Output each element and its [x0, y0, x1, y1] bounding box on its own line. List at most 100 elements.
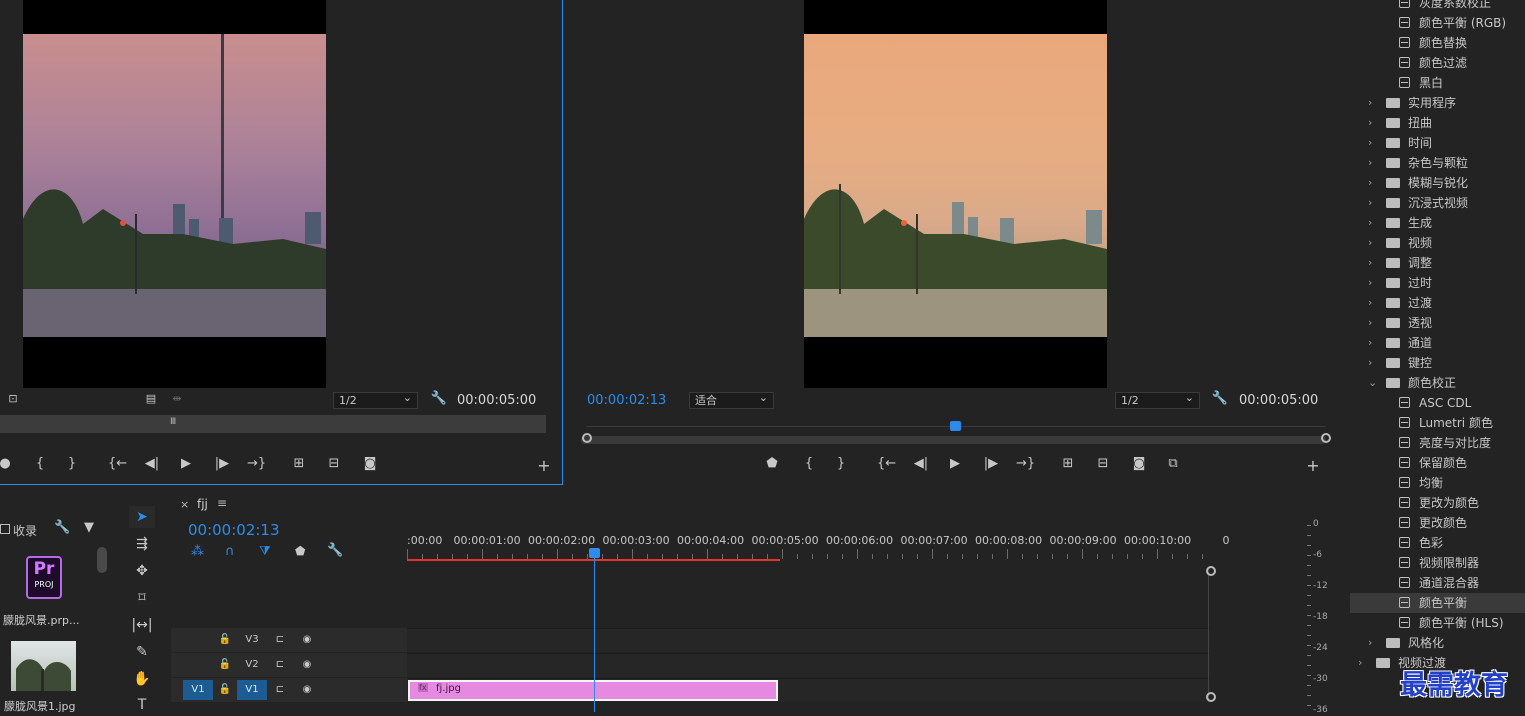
effect-item[interactable]: › 扭曲	[1350, 113, 1525, 133]
vscroll-top-handle-icon[interactable]	[1206, 566, 1216, 576]
lock-icon[interactable]: 🔓	[218, 680, 232, 700]
source-goto-in-icon[interactable]: {←	[108, 456, 127, 471]
source-mark-out-icon[interactable]: }	[63, 456, 81, 471]
effect-item[interactable]: 视频限制器	[1350, 553, 1525, 573]
track-header[interactable]: 🔓 V2 ⊏ ◉	[171, 653, 407, 677]
effect-item[interactable]: › 视频	[1350, 233, 1525, 253]
timeline-clip[interactable]: fx fj.jpg	[408, 680, 778, 701]
track-header[interactable]: V1 🔓 V1 ⊏ ◉	[171, 678, 407, 702]
track-target[interactable]: V3	[237, 630, 267, 650]
source-goto-out-icon[interactable]: →}	[247, 456, 266, 471]
source-mark-in-icon[interactable]: {	[31, 456, 49, 471]
effect-item[interactable]: 均衡	[1350, 473, 1525, 493]
effect-item[interactable]: › 生成	[1350, 213, 1525, 233]
source-marker-icon[interactable]: ⊡	[4, 392, 22, 405]
eye-icon[interactable]: ◉	[299, 630, 315, 650]
effect-item[interactable]: Lumetri 颜色	[1350, 413, 1525, 433]
project-wrench-icon[interactable]: 🔧	[54, 520, 70, 535]
program-play-icon[interactable]: ▶	[946, 456, 964, 471]
effect-item[interactable]: › 风格化	[1350, 633, 1525, 653]
track-target[interactable]: V2	[237, 655, 267, 675]
sync-lock-icon[interactable]: ⊏	[273, 630, 287, 650]
effect-item[interactable]: 颜色平衡 (RGB)	[1350, 13, 1525, 33]
effect-item[interactable]: › 实用程序	[1350, 93, 1525, 113]
chevron-right-icon[interactable]: ›	[1368, 113, 1372, 133]
source-play-icon[interactable]: ▶	[177, 456, 195, 471]
eye-icon[interactable]: ◉	[299, 655, 315, 675]
snap-icon[interactable]: ∩	[225, 544, 235, 559]
effect-item[interactable]: 颜色过滤	[1350, 53, 1525, 73]
lock-icon[interactable]: 🔓	[218, 655, 232, 675]
program-scrub-bar[interactable]	[581, 436, 1326, 444]
chevron-right-icon[interactable]: ›	[1368, 353, 1372, 373]
effect-item[interactable]: › 模糊与锐化	[1350, 173, 1525, 193]
effect-item[interactable]: 黑白	[1350, 73, 1525, 93]
program-lift-icon[interactable]: ⊞	[1059, 456, 1077, 471]
effect-item[interactable]: › 沉浸式视频	[1350, 193, 1525, 213]
timeline-menu-icon[interactable]: ≡	[217, 496, 227, 510]
program-in-point-icon[interactable]	[582, 433, 592, 443]
source-add-button-icon[interactable]: +	[535, 456, 553, 475]
sync-lock-icon[interactable]: ⊏	[273, 655, 287, 675]
effect-item[interactable]: › 通道	[1350, 333, 1525, 353]
timeline-playhead-handle-icon[interactable]	[589, 548, 600, 558]
program-step-back-icon[interactable]: ◀|	[912, 456, 930, 471]
add-marker-icon[interactable]: ⬟	[295, 544, 305, 558]
source-drag-video-icon[interactable]: ⇹	[168, 392, 186, 405]
chevron-right-icon[interactable]: ›	[1368, 333, 1372, 353]
chevron-right-icon[interactable]: ›	[1368, 213, 1372, 233]
program-playhead-icon[interactable]	[950, 421, 961, 431]
chevron-right-icon[interactable]: ›	[1358, 653, 1362, 673]
program-out-point-icon[interactable]	[1321, 433, 1331, 443]
source-step-back-icon[interactable]: ◀|	[143, 456, 161, 471]
effect-item[interactable]: 颜色替换	[1350, 33, 1525, 53]
track-lane[interactable]	[407, 653, 1210, 677]
effect-item[interactable]: 通道混合器	[1350, 573, 1525, 593]
effect-item[interactable]: ⌄ 颜色校正	[1350, 373, 1525, 393]
chevron-right-icon[interactable]: ›	[1368, 153, 1372, 173]
program-step-forward-icon[interactable]: |▶	[982, 456, 1000, 471]
program-goto-in-icon[interactable]: {←	[877, 456, 896, 471]
chevron-right-icon[interactable]: ›	[1368, 193, 1372, 213]
effect-item[interactable]: › 杂色与颗粒	[1350, 153, 1525, 173]
ingest-checkbox[interactable]	[0, 524, 10, 534]
program-extract-icon[interactable]: ⊟	[1094, 456, 1112, 471]
selection-tool-icon[interactable]: ➤	[129, 506, 155, 528]
chevron-right-icon[interactable]: ›	[1368, 313, 1372, 333]
effect-item[interactable]: › 键控	[1350, 353, 1525, 373]
program-add-button-icon[interactable]: +	[1304, 456, 1322, 475]
source-patch-v1[interactable]: V1	[183, 680, 213, 700]
program-compare-icon[interactable]: ⧉	[1164, 456, 1182, 471]
project-filter-icon[interactable]: ▼	[84, 520, 94, 535]
source-export-frame-icon[interactable]: ▤	[142, 392, 160, 405]
ripple-edit-tool-icon[interactable]: ✥	[129, 560, 155, 582]
chevron-right-icon[interactable]: ›	[1368, 273, 1372, 293]
program-mark-out-icon[interactable]: }	[832, 456, 850, 471]
effect-item[interactable]: ASC CDL	[1350, 393, 1525, 413]
effect-item[interactable]: 更改颜色	[1350, 513, 1525, 533]
timeline-close-icon[interactable]: ×	[180, 498, 189, 511]
razor-tool-icon[interactable]: ⌑	[129, 587, 155, 609]
effect-item[interactable]: 保留颜色	[1350, 453, 1525, 473]
chevron-right-icon[interactable]: ›	[1368, 633, 1372, 653]
track-select-tool-icon[interactable]: ⇶	[129, 533, 155, 555]
program-settings-wrench-icon[interactable]: 🔧	[1211, 391, 1229, 406]
source-overwrite-icon[interactable]: ⊟	[325, 456, 343, 471]
effect-item[interactable]: 更改为颜色	[1350, 493, 1525, 513]
source-zoom-select[interactable]: 1/2	[333, 390, 418, 409]
project-thumb-image[interactable]	[11, 641, 76, 691]
effect-item[interactable]: 颜色平衡 (HLS)	[1350, 613, 1525, 633]
timeline-timecode[interactable]: 00:00:02:13	[188, 521, 280, 539]
source-playhead-icon[interactable]: Ⅲ	[170, 417, 176, 427]
program-current-time[interactable]: 00:00:02:13	[587, 393, 666, 408]
nest-icon[interactable]: ⁂	[191, 544, 204, 559]
program-zoom-select[interactable]: 1/2	[1115, 390, 1200, 409]
track-lane[interactable]	[407, 628, 1210, 652]
timeline-vscroll[interactable]	[1208, 567, 1216, 702]
program-goto-out-icon[interactable]: →}	[1016, 456, 1035, 471]
chevron-right-icon[interactable]: ›	[1368, 293, 1372, 313]
chevron-right-icon[interactable]: ›	[1368, 133, 1372, 153]
source-step-forward-icon[interactable]: |▶	[213, 456, 231, 471]
program-mark-in-icon[interactable]: {	[800, 456, 818, 471]
chevron-right-icon[interactable]: ›	[1368, 173, 1372, 193]
